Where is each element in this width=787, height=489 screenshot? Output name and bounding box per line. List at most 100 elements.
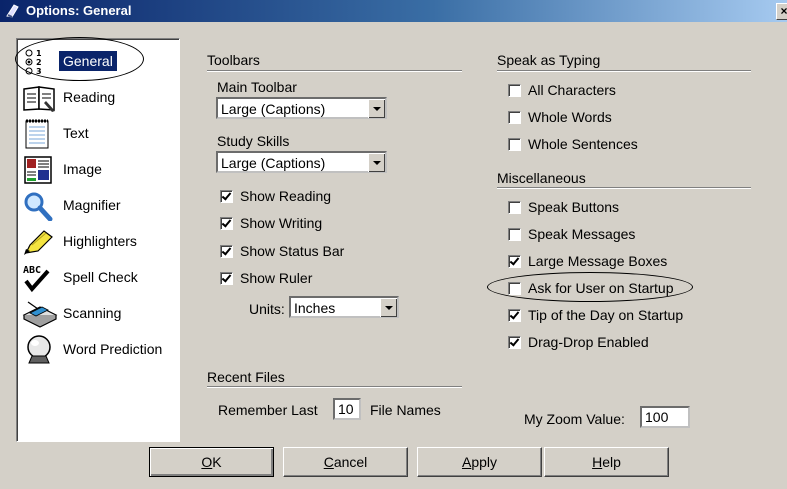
show-reading-checkbox[interactable]: Show Reading xyxy=(220,188,331,204)
checkbox-label: All Characters xyxy=(528,82,616,98)
crystal-ball-icon xyxy=(27,335,51,364)
recent-files-group-title: Recent Files xyxy=(207,369,285,385)
sidebar-item-label: General xyxy=(59,51,117,71)
cancel-label: ancel xyxy=(333,454,368,470)
ask-for-user-checkbox[interactable]: Ask for User on Startup xyxy=(508,280,674,296)
sidebar-item-label: Word Prediction xyxy=(63,341,163,357)
apply-accelerator: A xyxy=(461,454,472,470)
checkbox-box[interactable] xyxy=(508,281,521,295)
checkbox-label: Tip of the Day on Startup xyxy=(528,307,684,323)
magnifier-icon xyxy=(24,192,53,221)
options-dialog: Options: General × 1 2 3 General Reading xyxy=(0,0,787,489)
checkbox-label: Speak Messages xyxy=(528,226,636,242)
checkbox-label: Show Status Bar xyxy=(240,243,345,259)
cancel-button[interactable]: Cancel xyxy=(283,447,408,477)
help-accelerator: H xyxy=(592,454,603,470)
zoom-input[interactable]: 100 xyxy=(640,406,690,428)
file-names-label: File Names xyxy=(370,402,441,418)
checkbox-box[interactable] xyxy=(508,83,521,97)
apply-label: pply xyxy=(471,454,498,470)
checkbox-label: Large Message Boxes xyxy=(528,253,668,269)
book-icon xyxy=(23,86,55,112)
svg-text:3: 3 xyxy=(36,67,42,76)
checkbox-label: Show Writing xyxy=(240,215,323,231)
chevron-down-icon[interactable] xyxy=(368,99,385,118)
speak-as-typing-group-title: Speak as Typing xyxy=(497,52,601,68)
miscellaneous-group-title: Miscellaneous xyxy=(497,170,586,186)
toolbars-divider xyxy=(207,70,462,72)
checkbox-box[interactable] xyxy=(508,137,521,151)
sidebar-item-label: Magnifier xyxy=(63,197,121,213)
sidebar-item-label: Reading xyxy=(63,89,116,105)
sidebar-item-label: Image xyxy=(63,161,102,177)
zoom-label: My Zoom Value: xyxy=(524,411,625,427)
large-message-boxes-checkbox[interactable]: Large Message Boxes xyxy=(508,253,667,269)
sidebar-item-spell-check[interactable]: ABC Spell Check xyxy=(17,261,177,295)
speak-buttons-checkbox[interactable]: Speak Buttons xyxy=(508,199,619,215)
sidebar-item-general[interactable]: 1 2 3 General xyxy=(17,45,177,79)
apply-button[interactable]: Apply xyxy=(417,447,542,477)
toolbars-group-title: Toolbars xyxy=(207,52,260,68)
svg-text:ABC: ABC xyxy=(23,265,41,276)
sidebar-item-label: Text xyxy=(63,125,89,141)
ok-label: K xyxy=(212,454,222,470)
checkbox-label: Whole Sentences xyxy=(528,136,638,152)
title-bar[interactable]: Options: General × xyxy=(0,0,787,22)
checkbox-box[interactable] xyxy=(220,189,233,203)
spell-check-icon: ABC xyxy=(23,265,50,293)
checkbox-box[interactable] xyxy=(508,110,521,124)
notepad-icon xyxy=(25,119,49,149)
svg-text:1: 1 xyxy=(36,49,42,58)
ok-button[interactable]: OK xyxy=(149,447,274,477)
show-status-bar-checkbox[interactable]: Show Status Bar xyxy=(220,243,344,259)
close-button[interactable]: × xyxy=(776,3,787,20)
main-toolbar-select[interactable]: Large (Captions) xyxy=(216,97,387,119)
sidebar-item-magnifier[interactable]: Magnifier xyxy=(17,189,177,223)
checkbox-box[interactable] xyxy=(508,200,521,214)
category-list[interactable]: 1 2 3 General Reading Text Image Magnifi… xyxy=(16,38,180,442)
sidebar-item-label: Scanning xyxy=(63,305,122,321)
whole-sentences-checkbox[interactable]: Whole Sentences xyxy=(508,136,638,152)
sidebar-item-image[interactable]: Image xyxy=(17,153,177,187)
units-value: Inches xyxy=(294,300,336,316)
checkbox-box[interactable] xyxy=(508,335,521,349)
sidebar-item-text[interactable]: Text xyxy=(17,117,177,151)
main-toolbar-label: Main Toolbar xyxy=(217,79,297,95)
svg-text:2: 2 xyxy=(36,58,42,67)
all-characters-checkbox[interactable]: All Characters xyxy=(508,82,616,98)
ok-accelerator: O xyxy=(201,454,213,470)
checkbox-label: Show Ruler xyxy=(240,270,313,286)
sidebar-item-label: Spell Check xyxy=(63,269,138,285)
show-writing-checkbox[interactable]: Show Writing xyxy=(220,215,322,231)
sidebar-item-scanning[interactable]: Scanning xyxy=(17,297,177,331)
chevron-down-icon[interactable] xyxy=(368,153,385,172)
sidebar-item-label: Highlighters xyxy=(63,233,137,249)
highlighter-icon xyxy=(24,230,53,255)
checkbox-box[interactable] xyxy=(220,244,233,258)
checkbox-label: Whole Words xyxy=(528,109,612,125)
checkbox-box[interactable] xyxy=(220,271,233,285)
speak-messages-checkbox[interactable]: Speak Messages xyxy=(508,226,635,242)
checkbox-box[interactable] xyxy=(220,216,233,230)
miscellaneous-divider xyxy=(497,187,751,189)
chevron-down-icon[interactable] xyxy=(380,298,397,317)
recent-files-divider xyxy=(207,386,462,388)
checkbox-box[interactable] xyxy=(508,254,521,268)
checkbox-label: Show Reading xyxy=(240,188,332,204)
checkbox-box[interactable] xyxy=(508,308,521,322)
sidebar-item-reading[interactable]: Reading xyxy=(17,81,177,115)
show-ruler-checkbox[interactable]: Show Ruler xyxy=(220,270,312,286)
study-skills-select[interactable]: Large (Captions) xyxy=(216,151,387,173)
help-button[interactable]: Help xyxy=(544,447,669,477)
remember-last-input[interactable]: 10 xyxy=(333,398,361,420)
sidebar-item-word-prediction[interactable]: Word Prediction xyxy=(17,333,177,367)
checkbox-box[interactable] xyxy=(508,227,521,241)
sidebar-item-highlighters[interactable]: Highlighters xyxy=(17,225,177,259)
whole-words-checkbox[interactable]: Whole Words xyxy=(508,109,612,125)
units-select[interactable]: Inches xyxy=(289,296,399,318)
main-toolbar-value: Large (Captions) xyxy=(221,101,326,117)
drag-drop-checkbox[interactable]: Drag-Drop Enabled xyxy=(508,334,649,350)
units-label: Units: xyxy=(249,301,285,317)
tip-of-day-checkbox[interactable]: Tip of the Day on Startup xyxy=(508,307,683,323)
checkbox-label: Ask for User on Startup xyxy=(528,280,674,296)
